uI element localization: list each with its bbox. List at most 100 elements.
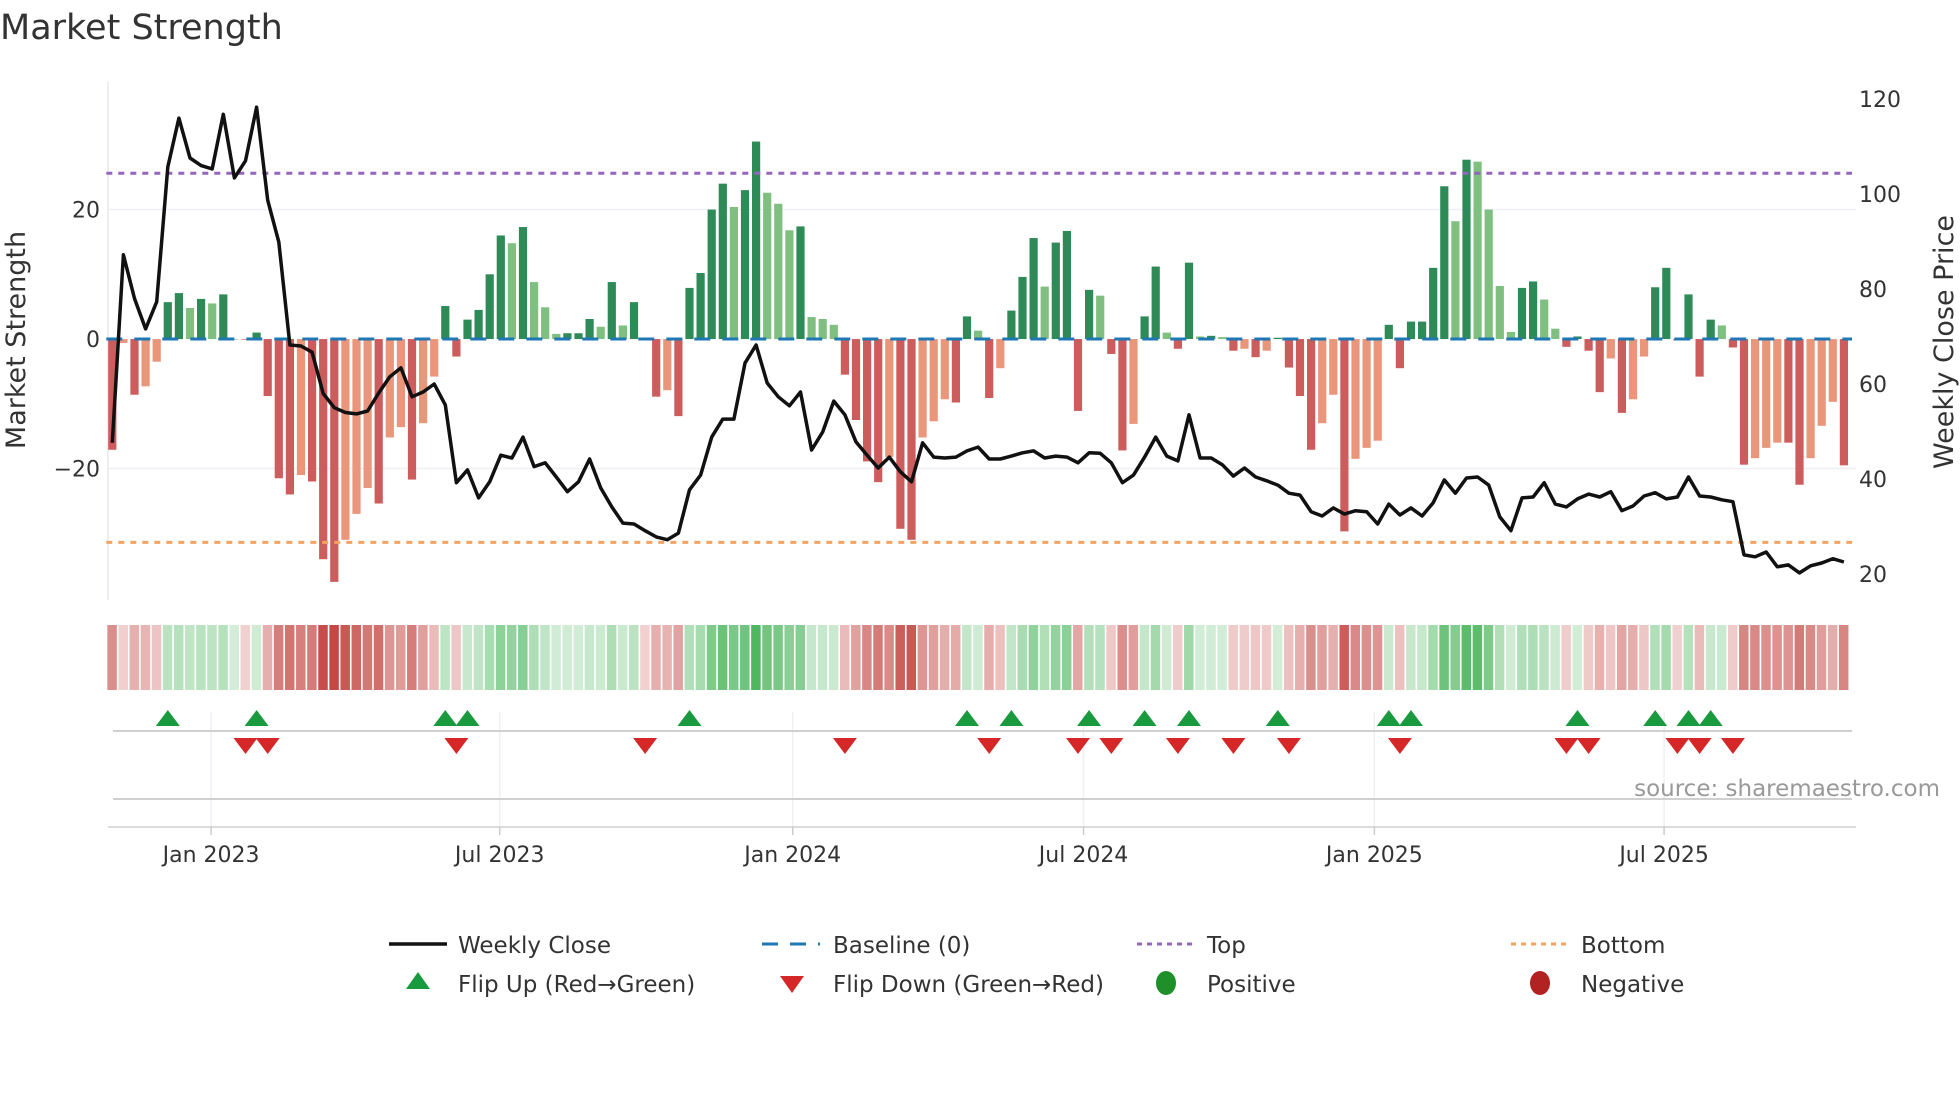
strength-bar (541, 307, 550, 340)
strip-cell (762, 625, 772, 690)
strength-bar (1395, 339, 1404, 369)
strip-cell (1561, 625, 1571, 690)
strip-cell (1783, 625, 1793, 690)
strip-cell (629, 625, 639, 690)
strip-cell (1605, 625, 1616, 690)
strength-bar (263, 339, 272, 397)
strength-bar (1484, 209, 1493, 340)
strength-bar (918, 339, 927, 438)
strip-cell (1639, 625, 1649, 690)
strength-bar (1795, 339, 1804, 485)
strip-cell (1283, 625, 1294, 690)
strength-bar (385, 339, 394, 438)
flip-down-marker (1554, 738, 1579, 754)
strength-bar (1662, 267, 1671, 340)
strength-bar (1628, 339, 1638, 400)
strip-cell (1017, 625, 1028, 690)
strength-bar (874, 339, 883, 483)
strength-bar (663, 339, 672, 391)
legend-label: Weekly Close (458, 933, 611, 959)
strip-cell (1317, 625, 1327, 690)
flip-down-marker (1687, 738, 1712, 754)
strength-bar (829, 324, 838, 340)
strip-cell (1039, 625, 1050, 690)
strip-cell (950, 625, 961, 690)
strip-cell (1417, 625, 1427, 690)
strip-cell (107, 625, 117, 690)
strip-cell (1727, 625, 1738, 690)
strength-bar (863, 339, 872, 462)
flip-down-marker (1720, 738, 1745, 754)
strip-cell (1428, 625, 1438, 690)
strength-bar (707, 209, 716, 340)
strength-bar (1340, 339, 1349, 532)
y-axis-label: Market Strength (1, 231, 32, 449)
strength-bar (696, 273, 705, 340)
strength-bar (396, 339, 405, 428)
strength-bar (796, 226, 805, 340)
strength-bars (108, 141, 1848, 582)
strength-bar (1617, 339, 1626, 413)
flip-down-marker (1165, 738, 1190, 754)
strip-cell (584, 625, 595, 690)
strength-bar (685, 287, 694, 340)
strength-bar (896, 339, 905, 529)
strength-bar (319, 339, 328, 560)
strip-cell (1172, 625, 1183, 690)
strip-cell (495, 625, 506, 690)
strength-bar (1096, 295, 1105, 340)
y-tick-label: 20 (72, 199, 100, 224)
strength-bar (407, 339, 417, 480)
strength-bar (285, 339, 294, 495)
strength-bar (1162, 332, 1171, 340)
strip-cell (1661, 625, 1671, 690)
strength-bar (174, 293, 183, 340)
strip-cell (806, 625, 817, 690)
legend-item-bottom: Bottom (1511, 933, 1665, 959)
strength-bar (1839, 339, 1848, 466)
strength-bar (607, 282, 616, 340)
strip-cell (1616, 625, 1627, 690)
strip-cell (1794, 625, 1805, 690)
strip-cell (1239, 625, 1250, 690)
strip-cell (717, 625, 728, 690)
strength-bar (1739, 339, 1749, 465)
strength-bar (507, 243, 516, 340)
strip-cell (1494, 625, 1505, 690)
strength-bar (1584, 339, 1593, 351)
strip-cell (229, 625, 239, 690)
strength-bar (152, 339, 161, 362)
flip-down-marker (1066, 738, 1090, 754)
strip-cell (329, 625, 339, 690)
legend-item-positive: Positive (1156, 971, 1296, 998)
strength-bar (1040, 286, 1049, 340)
strength-bar (674, 339, 683, 417)
y2-axis-label: Weekly Close Price (1929, 215, 1960, 469)
strength-bar (763, 192, 772, 340)
strip-cell (1517, 625, 1527, 690)
green-circle-icon (1156, 971, 1176, 995)
strength-bar (1273, 337, 1282, 340)
strength-bar (274, 339, 283, 479)
strip-cell (1750, 625, 1760, 690)
strip-cell (1694, 625, 1705, 690)
x-axis-ticks: Jan 2023 Jul 2023 Jan 2024 Jul 2024 Jan 2025… (161, 827, 1709, 868)
strength-bar (1151, 266, 1160, 340)
strip-cell (662, 625, 672, 690)
strength-bar (1773, 339, 1782, 443)
strength-bar (1384, 324, 1393, 340)
x-tick-label: Jul 2024 (1037, 843, 1129, 868)
strip-cell (862, 625, 872, 690)
strip-cell (684, 625, 695, 690)
legend-label: Baseline (0) (833, 933, 970, 959)
strip-cell (673, 625, 683, 690)
strip-cell (1084, 625, 1094, 690)
legend-label: Top (1206, 933, 1246, 959)
strength-bar (1806, 339, 1815, 459)
strength-bar (1073, 339, 1083, 411)
flip-up-marker (1698, 710, 1723, 726)
y2-axis-ticks: 120 100 80 60 40 20 (1859, 88, 1901, 588)
strength-bar (1262, 339, 1271, 351)
strength-bar (907, 339, 916, 540)
strip-cell (373, 625, 384, 690)
